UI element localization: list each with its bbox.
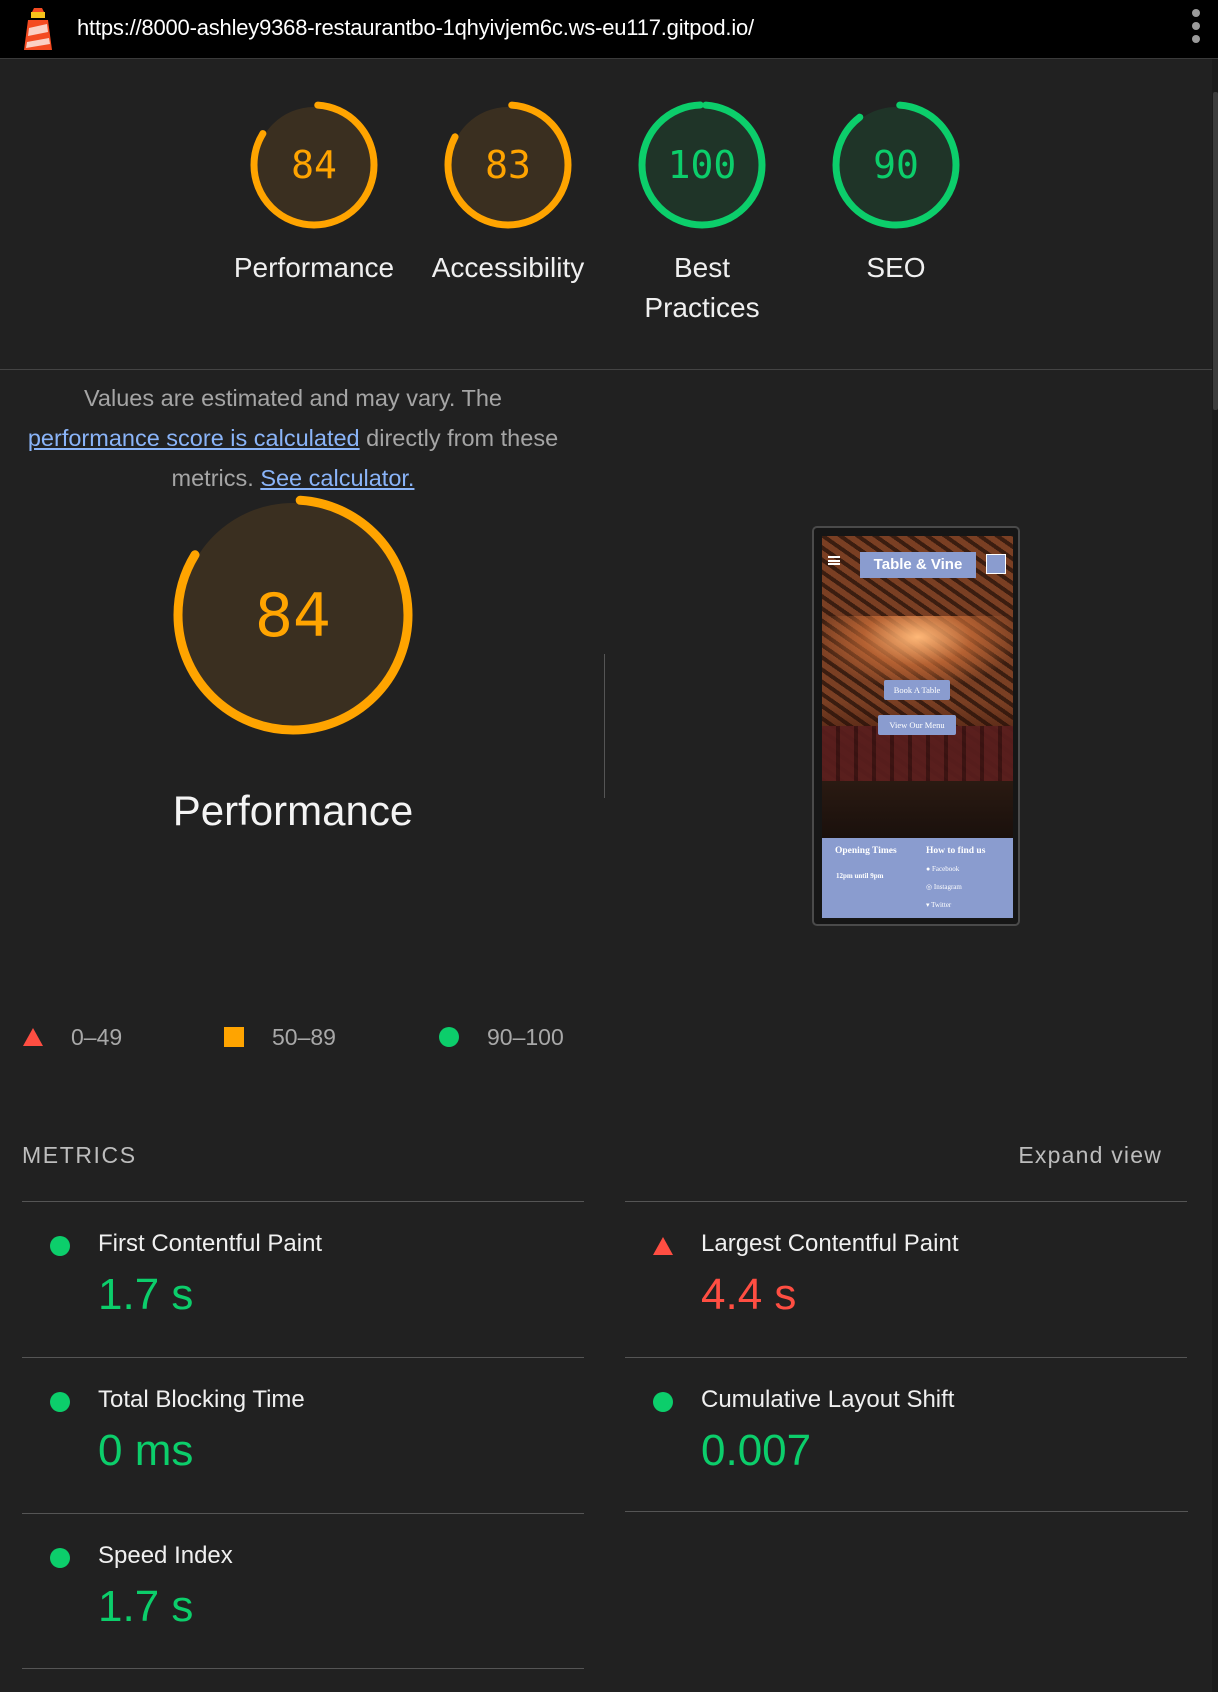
metric-name: Total Blocking Time bbox=[98, 1386, 305, 1413]
seo-gauge-ring: 90 bbox=[832, 101, 960, 229]
gauge-score: 90 bbox=[873, 143, 919, 187]
metric-largest-contentful-paint[interactable]: Largest Contentful Paint 4.4 s bbox=[625, 1201, 1187, 1357]
metric-speed-index[interactable]: Speed Index 1.7 s bbox=[22, 1513, 584, 1669]
hamburger-menu-icon bbox=[828, 556, 840, 565]
twitter-label: Twitter bbox=[931, 901, 952, 909]
metric-name: First Contentful Paint bbox=[98, 1230, 323, 1257]
metric-value: 1.7 s bbox=[98, 1582, 194, 1631]
accessibility-gauge-ring: 83 bbox=[444, 101, 572, 229]
metric-name: Largest Contentful Paint bbox=[701, 1230, 959, 1257]
pass-circle-icon bbox=[50, 1392, 70, 1412]
instagram-label: Instagram bbox=[933, 883, 962, 891]
see-calculator-link[interactable]: See calculator. bbox=[260, 465, 414, 491]
pass-circle-icon bbox=[653, 1392, 673, 1412]
metric-first-contentful-paint[interactable]: First Contentful Paint 1.7 s bbox=[22, 1201, 584, 1357]
gauge-best-practices[interactable]: 100 Best Practices bbox=[612, 100, 792, 328]
metric-name: Speed Index bbox=[98, 1542, 233, 1569]
performance-gauge-ring: 84 bbox=[250, 101, 378, 229]
address-bar-url[interactable]: https://8000-ashley9368-restaurantbo-1qh… bbox=[77, 15, 754, 41]
performance-big-score: 84 bbox=[255, 581, 331, 651]
footer-twitter: ▾ Twitter bbox=[926, 901, 952, 909]
pass-circle-icon bbox=[50, 1548, 70, 1568]
screenshot-menu-button: View Our Menu bbox=[878, 715, 956, 735]
footer-facebook: ● Facebook bbox=[926, 865, 960, 873]
metrics-divider bbox=[625, 1511, 1188, 1512]
metrics-header: METRICS Expand view bbox=[22, 1140, 1162, 1176]
gauge-score: 84 bbox=[291, 143, 337, 187]
metric-total-blocking-time[interactable]: Total Blocking Time 0 ms bbox=[22, 1357, 584, 1513]
metrics-title: METRICS bbox=[22, 1142, 137, 1168]
scrollbar-thumb[interactable] bbox=[1213, 92, 1218, 410]
expand-view-toggle[interactable]: Expand view bbox=[1018, 1142, 1162, 1169]
vertical-divider bbox=[604, 654, 605, 798]
screenshot-content: Table & Vine Book A Table View Our Menu … bbox=[822, 536, 1013, 918]
metric-name: Cumulative Layout Shift bbox=[701, 1386, 955, 1413]
user-icon bbox=[986, 554, 1006, 574]
gauge-score: 100 bbox=[668, 143, 737, 187]
screenshot-footer: Opening Times 12pm until 9pm How to find… bbox=[822, 838, 1013, 918]
gauge-label: Performance bbox=[233, 252, 395, 283]
pass-circle-icon bbox=[50, 1236, 70, 1256]
gauge-label-line: Best bbox=[673, 252, 731, 283]
green-circle-icon bbox=[439, 1027, 459, 1047]
legend-range-average: 50–89 bbox=[272, 1024, 336, 1050]
metric-value: 1.7 s bbox=[98, 1270, 194, 1319]
score-gauges-header: 84 Performance 83 Accessibility 100 Best… bbox=[0, 59, 1212, 370]
legend-range-fail: 0–49 bbox=[71, 1024, 123, 1050]
gauge-label: Accessibility bbox=[431, 252, 585, 283]
orange-square-icon bbox=[224, 1027, 244, 1047]
performance-description: Values are estimated and may vary. The p… bbox=[18, 378, 568, 498]
gauge-performance[interactable]: 84 Performance bbox=[224, 100, 404, 288]
score-legend: 0–49 50–89 90–100 bbox=[22, 1020, 582, 1056]
screenshot-brand: Table & Vine bbox=[860, 552, 976, 578]
performance-title: Performance bbox=[172, 787, 414, 834]
footer-opening-hours: 12pm until 9pm bbox=[836, 872, 884, 880]
gauge-label-line: Practices bbox=[644, 292, 760, 323]
best-practices-gauge-ring: 100 bbox=[638, 101, 766, 229]
metric-value: 0.007 bbox=[701, 1426, 812, 1475]
lighthouse-logo-icon bbox=[24, 8, 52, 50]
gauge-seo[interactable]: 90 SEO bbox=[806, 100, 986, 288]
legend-range-pass: 90–100 bbox=[487, 1024, 564, 1050]
browser-top-bar: https://8000-ashley9368-restaurantbo-1qh… bbox=[0, 0, 1218, 59]
screenshot-book-button: Book A Table bbox=[884, 680, 950, 700]
performance-big-gauge: 84 bbox=[173, 495, 413, 735]
more-options-icon[interactable] bbox=[1187, 9, 1205, 49]
red-triangle-icon bbox=[23, 1028, 43, 1046]
fail-triangle-icon bbox=[653, 1237, 673, 1255]
metric-value: 4.4 s bbox=[701, 1270, 797, 1319]
page-screenshot-thumbnail[interactable]: Table & Vine Book A Table View Our Menu … bbox=[812, 526, 1020, 926]
metric-cumulative-layout-shift[interactable]: Cumulative Layout Shift 0.007 bbox=[625, 1357, 1187, 1513]
metric-value: 0 ms bbox=[98, 1426, 194, 1475]
gauge-label: Best Practices bbox=[612, 248, 792, 328]
footer-find-title: How to find us bbox=[926, 846, 986, 856]
desc-text: Values are estimated and may vary. The bbox=[84, 385, 502, 411]
gauge-score: 83 bbox=[485, 143, 531, 187]
metrics-divider bbox=[22, 1668, 584, 1669]
footer-instagram: ◎ Instagram bbox=[926, 883, 962, 891]
performance-score-link[interactable]: performance score is calculated bbox=[28, 425, 360, 451]
facebook-label: Facebook bbox=[931, 865, 960, 873]
gauge-label: SEO bbox=[866, 252, 926, 283]
footer-opening-title: Opening Times bbox=[835, 846, 897, 856]
gauge-accessibility[interactable]: 83 Accessibility bbox=[418, 100, 598, 288]
